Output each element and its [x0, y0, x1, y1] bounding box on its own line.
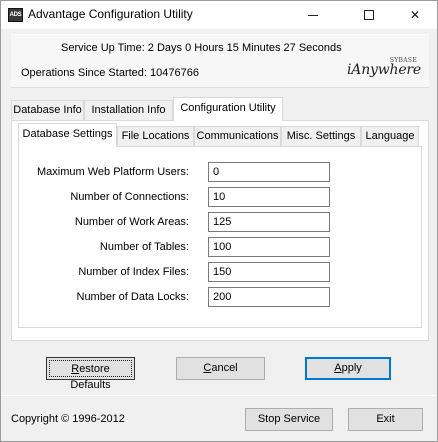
- tab-database-info[interactable]: Database Info: [11, 100, 84, 120]
- setting-label: Number of Index Files:: [78, 266, 189, 278]
- setting-label: Maximum Web Platform Users:: [37, 166, 189, 178]
- setting-row-max-web-users: Maximum Web Platform Users:: [1, 162, 437, 184]
- stop-service-button[interactable]: Stop Service: [245, 408, 333, 431]
- cancel-label: ancel: [211, 362, 238, 374]
- restore-defaults-button[interactable]: Restore Defaults: [46, 357, 135, 391]
- status-panel: Service Up Time: 2 Days 0 Hours 15 Minut…: [11, 34, 429, 88]
- service-uptime: Service Up Time: 2 Days 0 Hours 15 Minut…: [61, 42, 342, 54]
- connections-input[interactable]: [208, 187, 330, 207]
- tab-misc-settings[interactable]: Misc. Settings: [281, 126, 361, 146]
- data-locks-input[interactable]: [208, 287, 330, 307]
- restore-defaults-focus-rect: Restore Defaults: [49, 360, 132, 391]
- setting-label: Number of Tables:: [99, 241, 189, 253]
- setting-row-tables: Number of Tables:: [1, 237, 437, 259]
- work-areas-input[interactable]: [208, 212, 330, 232]
- tables-input[interactable]: [208, 237, 330, 257]
- sybase-ianywhere-logo: SYBASE iAnywhere: [347, 57, 421, 78]
- tab-language[interactable]: Language: [361, 126, 419, 146]
- tab-file-locations[interactable]: File Locations: [117, 126, 194, 146]
- setting-label: Number of Connections:: [70, 191, 189, 203]
- minimize-icon: [308, 14, 318, 16]
- minimize-button[interactable]: [291, 1, 335, 29]
- config-utility-window: ADS Advantage Configuration Utility ✕ Se…: [0, 0, 438, 442]
- ads-app-icon: ADS: [8, 8, 23, 22]
- window-title: Advantage Configuration Utility: [28, 7, 193, 21]
- apply-label: pply: [341, 362, 362, 374]
- setting-row-data-locks: Number of Data Locks:: [1, 287, 437, 309]
- tab-communications[interactable]: Communications: [194, 126, 281, 146]
- apply-mnemonic: A: [334, 362, 342, 374]
- setting-row-connections: Number of Connections:: [1, 187, 437, 209]
- maximize-icon: [364, 10, 374, 20]
- operations-count: Operations Since Started: 10476766: [21, 67, 199, 79]
- exit-button[interactable]: Exit: [348, 408, 423, 431]
- setting-row-work-areas: Number of Work Areas:: [1, 212, 437, 234]
- logo-ianywhere-text: iAnywhere: [347, 62, 421, 78]
- setting-label: Number of Work Areas:: [74, 216, 189, 228]
- maximize-button[interactable]: [347, 1, 391, 29]
- cancel-button[interactable]: Cancel: [176, 357, 265, 380]
- index-files-input[interactable]: [208, 262, 330, 282]
- close-icon: ✕: [409, 8, 421, 22]
- app-icon-text: ADS: [9, 12, 22, 18]
- setting-label: Number of Data Locks:: [76, 291, 190, 303]
- title-bar[interactable]: ADS Advantage Configuration Utility ✕: [1, 1, 437, 29]
- max-web-users-input[interactable]: [208, 162, 330, 182]
- tab-installation-info[interactable]: Installation Info: [84, 100, 173, 120]
- footer-separator: [1, 395, 437, 396]
- close-button[interactable]: ✕: [393, 1, 437, 29]
- apply-button[interactable]: Apply: [305, 357, 391, 380]
- setting-row-index-files: Number of Index Files:: [1, 262, 437, 284]
- restore-mnemonic: R: [71, 363, 80, 375]
- tab-configuration-utility[interactable]: Configuration Utility: [173, 97, 283, 121]
- copyright-text: Copyright © 1996-2012: [11, 413, 125, 425]
- tab-database-settings[interactable]: Database Settings: [18, 123, 117, 147]
